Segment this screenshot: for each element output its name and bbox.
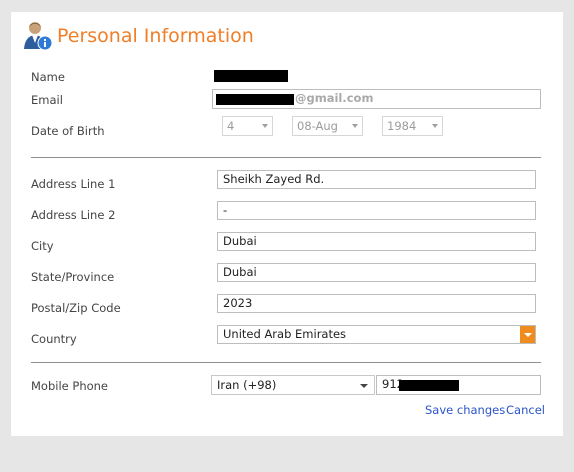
email-redacted (216, 94, 294, 105)
user-info-icon (21, 19, 55, 53)
panel-header: Personal Information (21, 18, 254, 54)
cancel-link[interactable]: Cancel (506, 403, 545, 417)
chevron-down-icon (352, 124, 358, 128)
city-value: Dubai (223, 234, 257, 248)
email-field[interactable]: @gmail.com (212, 89, 541, 109)
divider (31, 362, 541, 363)
country-code-select[interactable]: Iran (+98) (211, 375, 375, 395)
dob-day-value: 4 (227, 119, 235, 133)
address1-field[interactable]: Sheikh Zayed Rd. (217, 170, 536, 189)
name-value-redacted (214, 70, 288, 82)
country-value: United Arab Emirates (223, 327, 347, 341)
dob-year-select[interactable]: 1984 (382, 116, 443, 136)
mobile-label: Mobile Phone (31, 379, 109, 393)
address2-value: - (223, 203, 228, 217)
address2-field[interactable]: - (217, 201, 536, 220)
dob-month-value: 08-Aug (297, 119, 338, 133)
address1-value: Sheikh Zayed Rd. (223, 172, 325, 186)
chevron-down-icon (262, 124, 268, 128)
state-field[interactable]: Dubai (217, 263, 536, 282)
postal-field[interactable]: 2023 (217, 294, 536, 313)
address1-label: Address Line 1 (31, 177, 116, 191)
postal-label: Postal/Zip Code (31, 301, 121, 315)
dob-year-value: 1984 (387, 119, 417, 133)
save-changes-link[interactable]: Save changes (425, 403, 505, 417)
chevron-down-icon (432, 124, 438, 128)
country-label: Country (31, 332, 77, 346)
postal-value: 2023 (223, 296, 253, 310)
city-field[interactable]: Dubai (217, 232, 536, 251)
city-label: City (31, 239, 54, 253)
email-label: Email (31, 93, 63, 107)
chevron-down-icon[interactable] (520, 326, 535, 343)
mobile-redacted (399, 380, 459, 391)
dob-label: Date of Birth (31, 124, 105, 138)
name-label: Name (31, 70, 65, 84)
state-value: Dubai (223, 265, 257, 279)
state-label: State/Province (31, 270, 115, 284)
page-title: Personal Information (57, 25, 254, 47)
email-suffix: @gmail.com (295, 91, 374, 105)
personal-info-panel: Personal Information Name Email @gmail.c… (11, 12, 563, 436)
divider (31, 157, 541, 158)
mobile-number-field[interactable]: 912 (376, 375, 541, 395)
country-code-value: Iran (+98) (217, 378, 277, 392)
country-select[interactable]: United Arab Emirates (217, 325, 536, 344)
dob-day-select[interactable]: 4 (222, 116, 273, 136)
dob-month-select[interactable]: 08-Aug (292, 116, 363, 136)
chevron-down-icon (360, 384, 368, 388)
address2-label: Address Line 2 (31, 208, 116, 222)
